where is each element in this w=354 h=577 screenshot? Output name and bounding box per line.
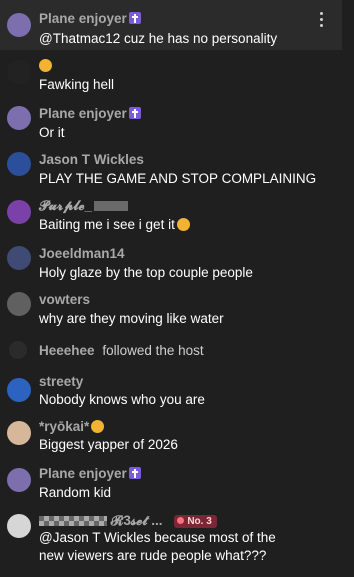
chat-username[interactable]: vowters bbox=[39, 292, 90, 307]
chat-message[interactable]: Plane enjoyer @Thatmac12 cuz he has no p… bbox=[0, 0, 342, 50]
chat-username[interactable]: Jason T Wickles bbox=[39, 152, 144, 167]
chat-text: PLAY THE GAME AND STOP COMPLAINING bbox=[39, 171, 317, 186]
chat-message[interactable]: *ryōkai* Biggest yapper of 2026 bbox=[0, 414, 342, 460]
chat-message[interactable]: Joeeldman14 Holy glaze by the top couple… bbox=[0, 236, 342, 282]
username-text[interactable]: *ryōkai* bbox=[39, 419, 89, 434]
avatar[interactable] bbox=[7, 152, 31, 176]
chat-message[interactable]: Plane enjoyer Random kid bbox=[0, 460, 342, 508]
chat-text: Random kid bbox=[39, 485, 112, 500]
username-text[interactable]: Joeeldman14 bbox=[39, 246, 125, 261]
chat-username[interactable]: streety bbox=[39, 374, 83, 389]
chat-username[interactable]: 𝓟𝓾𝓻𝓹𝓵𝓮_ bbox=[39, 198, 129, 214]
name-trailing: ... bbox=[151, 513, 163, 528]
avatar[interactable] bbox=[7, 200, 31, 224]
system-text: followed the host bbox=[102, 343, 204, 358]
chat-username[interactable]: 𝓡3𝓼𝓮𝓽 ... No. 3 bbox=[39, 513, 217, 529]
avatar[interactable] bbox=[7, 106, 31, 130]
avatar[interactable] bbox=[7, 246, 31, 270]
username-text[interactable]: Plane enjoyer bbox=[39, 11, 127, 26]
username-text[interactable]: 𝓟𝓾𝓻𝓹𝓵𝓮_ bbox=[39, 198, 92, 213]
avatar[interactable] bbox=[7, 292, 31, 316]
scrollbar[interactable] bbox=[346, 0, 354, 577]
rank-badge: No. 3 bbox=[174, 515, 217, 528]
chat-username[interactable]: *ryōkai* bbox=[39, 419, 105, 434]
chat-message[interactable]: 𝓟𝓾𝓻𝓹𝓵𝓮_ Baiting me i see i get it bbox=[0, 190, 342, 236]
username-text[interactable]: streety bbox=[39, 374, 83, 389]
follow-icon bbox=[9, 341, 27, 359]
chat-username[interactable]: Joeeldman14 bbox=[39, 246, 125, 261]
username-text[interactable]: Plane enjoyer bbox=[39, 106, 127, 121]
cross-badge-icon bbox=[128, 107, 141, 119]
avatar[interactable] bbox=[7, 13, 31, 37]
chat-text-body: Baiting me i see i get it bbox=[39, 217, 175, 232]
chat-text: Biggest yapper of 2026 bbox=[39, 437, 178, 452]
chat-text: @Jason T Wickles because most of the bbox=[39, 530, 276, 545]
chat-text: Fawking hell bbox=[39, 77, 115, 92]
cross-badge-icon bbox=[128, 12, 141, 24]
chat-username[interactable]: Plane enjoyer bbox=[39, 106, 141, 121]
disappointed-emoji-icon bbox=[176, 218, 190, 231]
system-message: Heeehee followed the host bbox=[0, 332, 342, 368]
chat-text: Baiting me i see i get it bbox=[39, 216, 190, 234]
chat-text: @Thatmac12 cuz he has no personality bbox=[39, 31, 278, 46]
chat-username[interactable]: Plane enjoyer bbox=[39, 466, 141, 481]
chat-message[interactable]: 𝓡3𝓼𝓮𝓽 ... No. 3 @Jason T Wickles because… bbox=[0, 508, 342, 577]
username-decoration bbox=[39, 516, 107, 526]
avatar[interactable] bbox=[7, 514, 31, 538]
chat-message[interactable]: vowters why are they moving like water bbox=[0, 282, 342, 332]
avatar[interactable] bbox=[7, 60, 31, 84]
chat-text: new viewers are rude people what??? bbox=[39, 548, 267, 563]
avatar[interactable] bbox=[7, 421, 31, 445]
username-decoration bbox=[94, 201, 129, 211]
avatar[interactable] bbox=[7, 378, 31, 402]
chat-username[interactable]: Heeehee followed the host bbox=[39, 343, 204, 358]
chat-text: Or it bbox=[39, 125, 65, 140]
chat-text: why are they moving like water bbox=[39, 311, 224, 326]
username-text[interactable]: Jason T Wickles bbox=[39, 152, 144, 167]
smile-emoji-icon bbox=[91, 420, 105, 433]
avatar[interactable] bbox=[7, 468, 31, 492]
chat-message[interactable]: Fawking hell bbox=[0, 50, 342, 96]
username-text[interactable]: Heeehee bbox=[39, 343, 95, 358]
cross-badge-icon bbox=[128, 467, 141, 479]
username-text[interactable]: Plane enjoyer bbox=[39, 466, 127, 481]
username-text[interactable]: 𝓡3𝓼𝓮𝓽 bbox=[111, 513, 148, 528]
disappointed-emoji-icon bbox=[39, 59, 52, 72]
chat-text: Holy glaze by the top couple people bbox=[39, 265, 253, 280]
chat-message[interactable]: Plane enjoyer Or it bbox=[0, 96, 342, 142]
chat-message[interactable]: Jason T Wickles PLAY THE GAME AND STOP C… bbox=[0, 142, 342, 190]
chat-text: Nobody knows who you are bbox=[39, 392, 205, 407]
chat-panel: Plane enjoyer @Thatmac12 cuz he has no p… bbox=[0, 0, 354, 577]
chat-message[interactable]: streety Nobody knows who you are bbox=[0, 368, 342, 414]
more-options-icon[interactable] bbox=[320, 12, 324, 28]
chat-username[interactable]: Plane enjoyer bbox=[39, 11, 141, 26]
username-text[interactable]: vowters bbox=[39, 292, 90, 307]
chat-username[interactable] bbox=[39, 58, 52, 73]
